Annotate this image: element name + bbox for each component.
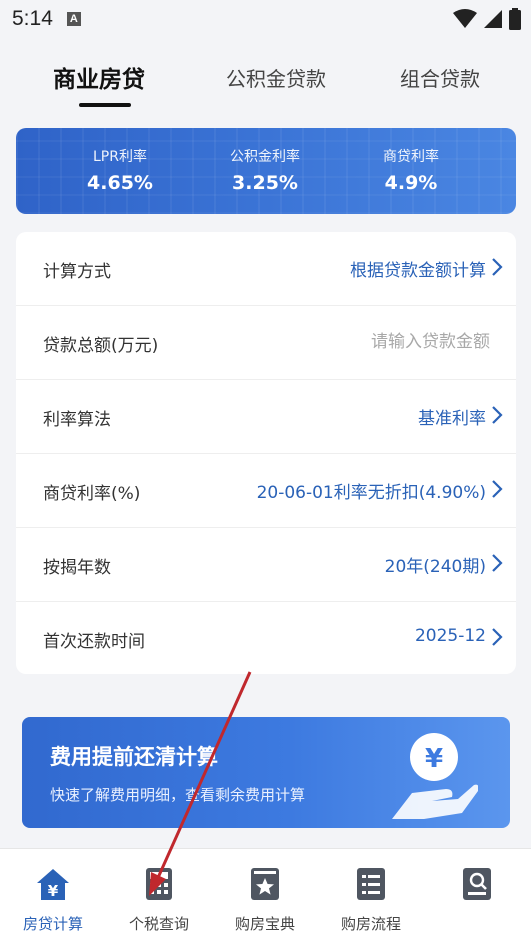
promo-subtitle: 快速了解费用明细，查看剩余费用计算: [50, 786, 306, 804]
rates-banner: LPR利率 4.65% 公积金利率 3.25% 商贷利率 4.9%: [16, 128, 516, 214]
tab-combined-loan[interactable]: 组合贷款: [400, 63, 480, 92]
wifi-icon: [453, 9, 477, 28]
rate-value: 4.9%: [384, 172, 438, 194]
rate-label: 商贷利率: [383, 149, 439, 165]
chevron-right-icon: [492, 480, 503, 498]
search-doc-icon: [463, 868, 491, 900]
status-bar: 5:14 A: [0, 0, 531, 38]
nav-item-tax-query[interactable]: 个税查询: [106, 849, 212, 945]
promo-title: 费用提前还清计算: [50, 745, 218, 769]
nav-label: 购房宝典: [234, 915, 295, 933]
nav-label: 个税查询: [128, 915, 189, 933]
nav-item-buying-guide[interactable]: 购房宝典: [212, 849, 318, 945]
notification-badge: A: [66, 12, 81, 26]
status-time: 5:14: [12, 7, 53, 30]
nav-item-search[interactable]: [424, 849, 530, 945]
rate-provident-fund: 公积金利率 3.25%: [205, 146, 325, 194]
checklist-icon: [357, 868, 385, 900]
status-icons: [453, 8, 521, 30]
rate-value: 4.65%: [87, 172, 153, 194]
rate-label: LPR利率: [93, 149, 147, 165]
row-label: 利率算法: [43, 410, 111, 430]
svg-text:¥: ¥: [48, 882, 59, 900]
svg-text:¥: ¥: [425, 744, 443, 774]
tab-commercial-loan[interactable]: 商业房贷: [53, 60, 145, 94]
row-loan-amount: 贷款总额(万元): [16, 306, 516, 380]
nav-item-mortgage-calc[interactable]: ¥ 房贷计算: [0, 849, 106, 945]
nav-item-buying-process[interactable]: 购房流程: [318, 849, 424, 945]
row-label: 计算方式: [43, 262, 111, 282]
loan-years-value: 20年(240期): [384, 557, 486, 577]
chevron-right-icon: [492, 406, 503, 424]
loan-amount-input[interactable]: [270, 326, 490, 358]
coin-hand-icon: ¥: [392, 733, 478, 819]
tab-provident-fund-loan[interactable]: 公积金贷款: [226, 63, 326, 92]
chevron-right-icon: [492, 258, 503, 276]
chevron-right-icon: [492, 628, 503, 646]
rate-commercial: 商贷利率 4.9%: [351, 146, 471, 194]
chevron-right-icon: [492, 554, 503, 572]
calc-method-value: 根据贷款金额计算: [350, 261, 486, 281]
row-label: 贷款总额(万元): [43, 336, 159, 356]
battery-icon: [509, 8, 521, 30]
row-rate-method[interactable]: 利率算法 基准利率: [16, 380, 516, 454]
first-payment-value: 2025-12: [414, 626, 486, 646]
row-first-payment[interactable]: 首次还款时间 2025-12: [16, 602, 516, 676]
row-commercial-rate[interactable]: 商贷利率(%) 20-06-01利率无折扣(4.90%): [16, 454, 516, 528]
row-label: 商贷利率(%): [43, 484, 141, 504]
star-book-icon: [251, 868, 279, 900]
loan-type-tabs: 商业房贷 公积金贷款 组合贷款: [0, 55, 531, 115]
rate-label: 公积金利率: [230, 149, 300, 165]
row-label: 首次还款时间: [43, 632, 145, 652]
commercial-rate-value: 20-06-01利率无折扣(4.90%): [256, 483, 486, 503]
active-tab-indicator: [79, 103, 131, 107]
row-label: 按揭年数: [43, 558, 111, 578]
signal-icon: [484, 10, 502, 28]
calculator-icon: [146, 868, 172, 900]
row-calc-method[interactable]: 计算方式 根据贷款金额计算: [16, 232, 516, 306]
nav-label: 房贷计算: [22, 915, 83, 933]
early-repayment-banner[interactable]: 费用提前还清计算 快速了解费用明细，查看剩余费用计算 ¥: [22, 717, 510, 828]
loan-form: 计算方式 根据贷款金额计算 贷款总额(万元) 利率算法 基准利率 商贷利率(%)…: [16, 232, 516, 674]
rate-method-value: 基准利率: [418, 409, 486, 429]
rate-value: 3.25%: [232, 172, 298, 194]
nav-label: 购房流程: [340, 915, 401, 933]
bottom-nav: ¥ 房贷计算 个税查询 购房宝典 购房流程: [0, 848, 531, 945]
row-loan-years[interactable]: 按揭年数 20年(240期): [16, 528, 516, 602]
house-yen-icon: ¥: [37, 869, 69, 900]
rate-lpr: LPR利率 4.65%: [60, 146, 180, 194]
